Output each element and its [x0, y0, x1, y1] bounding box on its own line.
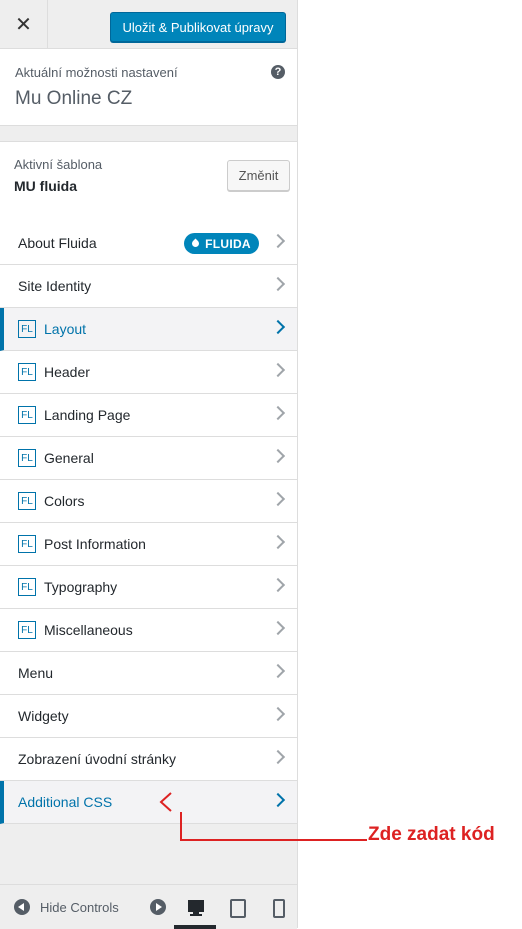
customizer-panel: ✕ Uložit & Publikovat úpravy Aktuální mo…: [0, 0, 298, 929]
site-title: Mu Online CZ: [15, 88, 133, 109]
fl-icon: FL: [18, 578, 36, 596]
section-label: About Fluida: [18, 235, 97, 251]
section-list: About Fluida FLUIDA Site Identity FL Lay…: [0, 222, 297, 824]
section-landing-page[interactable]: FL Landing Page: [0, 394, 297, 437]
active-device-indicator: [174, 925, 216, 929]
section-general[interactable]: FL General: [0, 437, 297, 480]
section-label: Zobrazení úvodní stránky: [18, 751, 176, 767]
chevron-right-icon: [270, 362, 286, 378]
hide-controls-button[interactable]: Hide Controls: [14, 899, 119, 915]
section-site-identity[interactable]: Site Identity: [0, 265, 297, 308]
chevron-right-icon: [270, 620, 286, 636]
fl-icon: FL: [18, 449, 36, 467]
section-colors[interactable]: FL Colors: [0, 480, 297, 523]
chevron-right-icon: [270, 448, 286, 464]
section-miscellaneous[interactable]: FL Miscellaneous: [0, 609, 297, 652]
section-header[interactable]: FL Header: [0, 351, 297, 394]
section-label: Header: [44, 364, 90, 380]
site-info-label: Aktuální možnosti nastavení: [15, 65, 178, 80]
chevron-right-icon: [270, 792, 286, 808]
section-widgets[interactable]: Widgety: [0, 695, 297, 738]
change-theme-button[interactable]: Změnit: [227, 160, 290, 191]
section-menu[interactable]: Menu: [0, 652, 297, 695]
tablet-preview-icon[interactable]: [228, 898, 248, 918]
section-label: Post Information: [44, 536, 146, 552]
section-label: General: [44, 450, 94, 466]
chevron-right-icon: [270, 749, 286, 765]
section-homepage-settings[interactable]: Zobrazení úvodní stránky: [0, 738, 297, 781]
section-additional-css[interactable]: Additional CSS: [0, 781, 297, 824]
section-label: Miscellaneous: [44, 622, 133, 638]
section-label: Layout: [44, 321, 87, 337]
chevron-right-icon: [270, 663, 286, 679]
chevron-right-icon: [270, 534, 286, 550]
active-theme-label: Aktivní šablona: [14, 157, 103, 172]
fl-icon: FL: [18, 535, 36, 553]
active-theme: Aktivní šablona MU fluida Změnit: [0, 141, 297, 223]
section-label: Colors: [44, 493, 85, 509]
section-label: Site Identity: [18, 278, 92, 294]
hide-controls-label: Hide Controls: [40, 899, 119, 915]
section-label: Typography: [44, 579, 118, 595]
customizer-footer: Hide Controls: [0, 884, 297, 929]
save-publish-button[interactable]: Uložit & Publikovat úpravy: [110, 12, 286, 42]
fl-icon: FL: [18, 621, 36, 639]
annotation-text: Zde zadat kód: [368, 824, 495, 845]
site-info: Aktuální možnosti nastavení Mu Online CZ: [0, 49, 297, 126]
collapse-icon: [14, 899, 30, 915]
chevron-right-icon: [270, 319, 286, 335]
customizer-header: ✕ Uložit & Publikovat úpravy: [0, 0, 297, 49]
section-about-fluida[interactable]: About Fluida FLUIDA: [0, 222, 297, 265]
close-icon[interactable]: ✕: [0, 0, 48, 48]
active-theme-name: MU fluida: [14, 178, 77, 194]
chevron-right-icon: [270, 405, 286, 421]
section-label: Menu: [18, 665, 54, 681]
fl-icon: FL: [18, 492, 36, 510]
chevron-right-icon: [270, 233, 286, 249]
desktop-preview-icon[interactable]: [186, 898, 206, 918]
drop-icon: [190, 238, 201, 249]
fl-icon: FL: [18, 320, 36, 338]
section-post-information[interactable]: FL Post Information: [0, 523, 297, 566]
chevron-right-icon: [270, 577, 286, 593]
mobile-preview-icon[interactable]: [270, 898, 290, 918]
section-label: Landing Page: [44, 407, 131, 423]
section-layout[interactable]: FL Layout: [0, 308, 297, 351]
fluida-badge: FLUIDA: [184, 233, 259, 254]
play-icon[interactable]: [150, 899, 166, 915]
fl-icon: FL: [18, 363, 36, 381]
fl-icon: FL: [18, 406, 36, 424]
section-label: Additional CSS: [18, 794, 113, 810]
chevron-right-icon: [270, 491, 286, 507]
section-label: Widgety: [18, 708, 69, 724]
section-typography[interactable]: FL Typography: [0, 566, 297, 609]
chevron-right-icon: [270, 706, 286, 722]
chevron-right-icon: [270, 276, 286, 292]
help-icon[interactable]: ?: [271, 65, 285, 79]
